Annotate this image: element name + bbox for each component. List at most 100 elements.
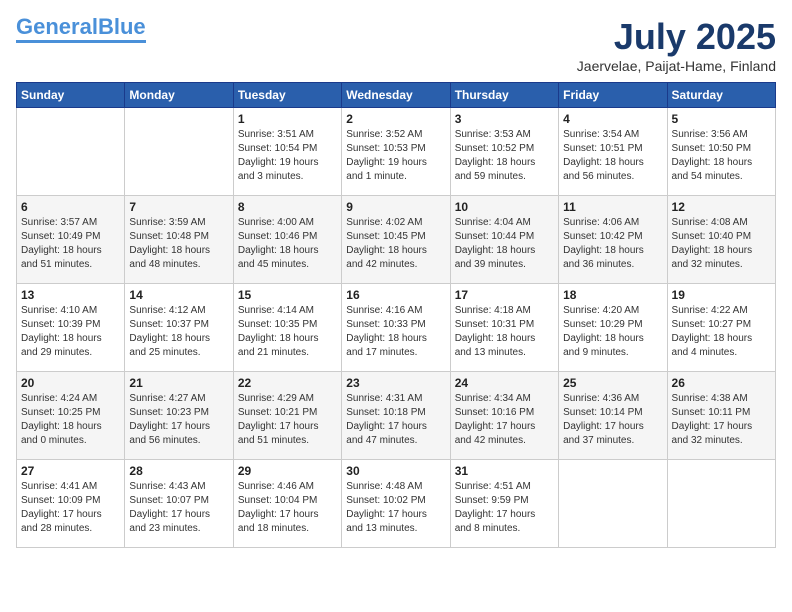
calendar-cell: 1 Sunrise: 3:51 AM Sunset: 10:54 PM Dayli… [233,108,341,196]
month-title: July 2025 [577,16,776,58]
day-number: 1 [238,112,337,126]
day-number: 25 [563,376,662,390]
day-number: 11 [563,200,662,214]
calendar-header-row: SundayMondayTuesdayWednesdayThursdayFrid… [17,83,776,108]
calendar-cell: 10 Sunrise: 4:04 AM Sunset: 10:44 PM Dayl… [450,196,558,284]
day-number: 20 [21,376,120,390]
day-number: 13 [21,288,120,302]
calendar-cell: 22 Sunrise: 4:29 AM Sunset: 10:21 PM Dayl… [233,372,341,460]
day-info: Sunrise: 4:29 AM Sunset: 10:21 PM Daylig… [238,392,337,448]
day-info: Sunrise: 4:31 AM Sunset: 10:18 PM Daylig… [346,392,445,448]
calendar-cell [125,108,233,196]
day-number: 4 [563,112,662,126]
calendar-cell: 29Sunrise: 4:46 AM Sunset: 10:04 PM Dayl… [233,460,341,548]
day-info: Sunrise: 4:43 AM Sunset: 10:07 PM Daylig… [129,480,228,536]
calendar-cell: 23 Sunrise: 4:31 AM Sunset: 10:18 PM Dayl… [342,372,450,460]
calendar-cell: 19 Sunrise: 4:22 AM Sunset: 10:27 PM Dayl… [667,284,775,372]
day-number: 31 [455,464,554,478]
calendar-week-3: 13 Sunrise: 4:10 AM Sunset: 10:39 PM Dayl… [17,284,776,372]
calendar-cell: 15 Sunrise: 4:14 AM Sunset: 10:35 PM Dayl… [233,284,341,372]
day-number: 21 [129,376,228,390]
day-info: Sunrise: 4:18 AM Sunset: 10:31 PM Daylig… [455,304,554,360]
day-info: Sunrise: 4:10 AM Sunset: 10:39 PM Daylig… [21,304,120,360]
day-info: Sunrise: 3:56 AM Sunset: 10:50 PM Daylig… [672,128,771,184]
day-info: Sunrise: 4:34 AM Sunset: 10:16 PM Daylig… [455,392,554,448]
location-subtitle: Jaervelae, Paijat-Hame, Finland [577,58,776,74]
calendar-cell: 21 Sunrise: 4:27 AM Sunset: 10:23 PM Dayl… [125,372,233,460]
day-number: 16 [346,288,445,302]
day-info: Sunrise: 4:20 AM Sunset: 10:29 PM Daylig… [563,304,662,360]
day-number: 27 [21,464,120,478]
header-tuesday: Tuesday [233,83,341,108]
day-info: Sunrise: 3:51 AM Sunset: 10:54 PM Daylig… [238,128,337,184]
title-block: July 2025 Jaervelae, Paijat-Hame, Finlan… [577,16,776,74]
day-number: 7 [129,200,228,214]
calendar-cell: 28 Sunrise: 4:43 AM Sunset: 10:07 PM Dayl… [125,460,233,548]
calendar-cell: 16 Sunrise: 4:16 AM Sunset: 10:33 PM Dayl… [342,284,450,372]
calendar-cell: 17Sunrise: 4:18 AM Sunset: 10:31 PM Dayl… [450,284,558,372]
calendar-week-5: 27Sunrise: 4:41 AM Sunset: 10:09 PM Dayl… [17,460,776,548]
day-info: Sunrise: 3:59 AM Sunset: 10:48 PM Daylig… [129,216,228,272]
calendar-table: SundayMondayTuesdayWednesdayThursdayFrid… [16,82,776,548]
day-number: 22 [238,376,337,390]
calendar-cell: 7 Sunrise: 3:59 AM Sunset: 10:48 PM Dayli… [125,196,233,284]
calendar-cell: 4 Sunrise: 3:54 AM Sunset: 10:51 PM Dayli… [559,108,667,196]
calendar-cell: 12Sunrise: 4:08 AM Sunset: 10:40 PM Dayl… [667,196,775,284]
day-number: 26 [672,376,771,390]
calendar-cell: 5 Sunrise: 3:56 AM Sunset: 10:50 PM Dayli… [667,108,775,196]
logo-blue: Blue [98,14,146,39]
day-info: Sunrise: 3:53 AM Sunset: 10:52 PM Daylig… [455,128,554,184]
calendar-cell: 2Sunrise: 3:52 AM Sunset: 10:53 PM Dayli… [342,108,450,196]
logo: GeneralBlue [16,16,146,43]
day-number: 24 [455,376,554,390]
calendar-cell: 24 Sunrise: 4:34 AM Sunset: 10:16 PM Dayl… [450,372,558,460]
logo-underline [16,40,146,43]
header-saturday: Saturday [667,83,775,108]
day-number: 9 [346,200,445,214]
day-number: 5 [672,112,771,126]
calendar-week-1: 1 Sunrise: 3:51 AM Sunset: 10:54 PM Dayli… [17,108,776,196]
calendar-cell: 18 Sunrise: 4:20 AM Sunset: 10:29 PM Dayl… [559,284,667,372]
day-info: Sunrise: 4:46 AM Sunset: 10:04 PM Daylig… [238,480,337,536]
day-number: 3 [455,112,554,126]
calendar-cell: 20 Sunrise: 4:24 AM Sunset: 10:25 PM Dayl… [17,372,125,460]
day-number: 28 [129,464,228,478]
day-info: Sunrise: 4:12 AM Sunset: 10:37 PM Daylig… [129,304,228,360]
day-info: Sunrise: 4:02 AM Sunset: 10:45 PM Daylig… [346,216,445,272]
day-info: Sunrise: 4:22 AM Sunset: 10:27 PM Daylig… [672,304,771,360]
header-sunday: Sunday [17,83,125,108]
calendar-cell [667,460,775,548]
calendar-week-4: 20 Sunrise: 4:24 AM Sunset: 10:25 PM Dayl… [17,372,776,460]
day-number: 10 [455,200,554,214]
day-info: Sunrise: 4:14 AM Sunset: 10:35 PM Daylig… [238,304,337,360]
day-number: 6 [21,200,120,214]
day-info: Sunrise: 3:52 AM Sunset: 10:53 PM Daylig… [346,128,445,184]
calendar-week-2: 6 Sunrise: 3:57 AM Sunset: 10:49 PM Dayli… [17,196,776,284]
day-info: Sunrise: 4:04 AM Sunset: 10:44 PM Daylig… [455,216,554,272]
day-info: Sunrise: 3:57 AM Sunset: 10:49 PM Daylig… [21,216,120,272]
day-number: 15 [238,288,337,302]
header-friday: Friday [559,83,667,108]
day-info: Sunrise: 4:48 AM Sunset: 10:02 PM Daylig… [346,480,445,536]
day-info: Sunrise: 4:51 AM Sunset: 9:59 PM Dayligh… [455,480,554,536]
calendar-cell: 11Sunrise: 4:06 AM Sunset: 10:42 PM Dayl… [559,196,667,284]
day-number: 23 [346,376,445,390]
header-monday: Monday [125,83,233,108]
calendar-cell: 30Sunrise: 4:48 AM Sunset: 10:02 PM Dayl… [342,460,450,548]
day-info: Sunrise: 4:24 AM Sunset: 10:25 PM Daylig… [21,392,120,448]
day-info: Sunrise: 4:36 AM Sunset: 10:14 PM Daylig… [563,392,662,448]
calendar-cell: 3 Sunrise: 3:53 AM Sunset: 10:52 PM Dayli… [450,108,558,196]
calendar-cell: 26Sunrise: 4:38 AM Sunset: 10:11 PM Dayl… [667,372,775,460]
calendar-cell: 9 Sunrise: 4:02 AM Sunset: 10:45 PM Dayli… [342,196,450,284]
day-info: Sunrise: 4:16 AM Sunset: 10:33 PM Daylig… [346,304,445,360]
day-number: 14 [129,288,228,302]
day-number: 18 [563,288,662,302]
calendar-cell: 25 Sunrise: 4:36 AM Sunset: 10:14 PM Dayl… [559,372,667,460]
logo-text: GeneralBlue [16,16,146,38]
day-info: Sunrise: 3:54 AM Sunset: 10:51 PM Daylig… [563,128,662,184]
day-number: 19 [672,288,771,302]
day-number: 12 [672,200,771,214]
day-number: 8 [238,200,337,214]
day-info: Sunrise: 4:27 AM Sunset: 10:23 PM Daylig… [129,392,228,448]
calendar-cell [17,108,125,196]
